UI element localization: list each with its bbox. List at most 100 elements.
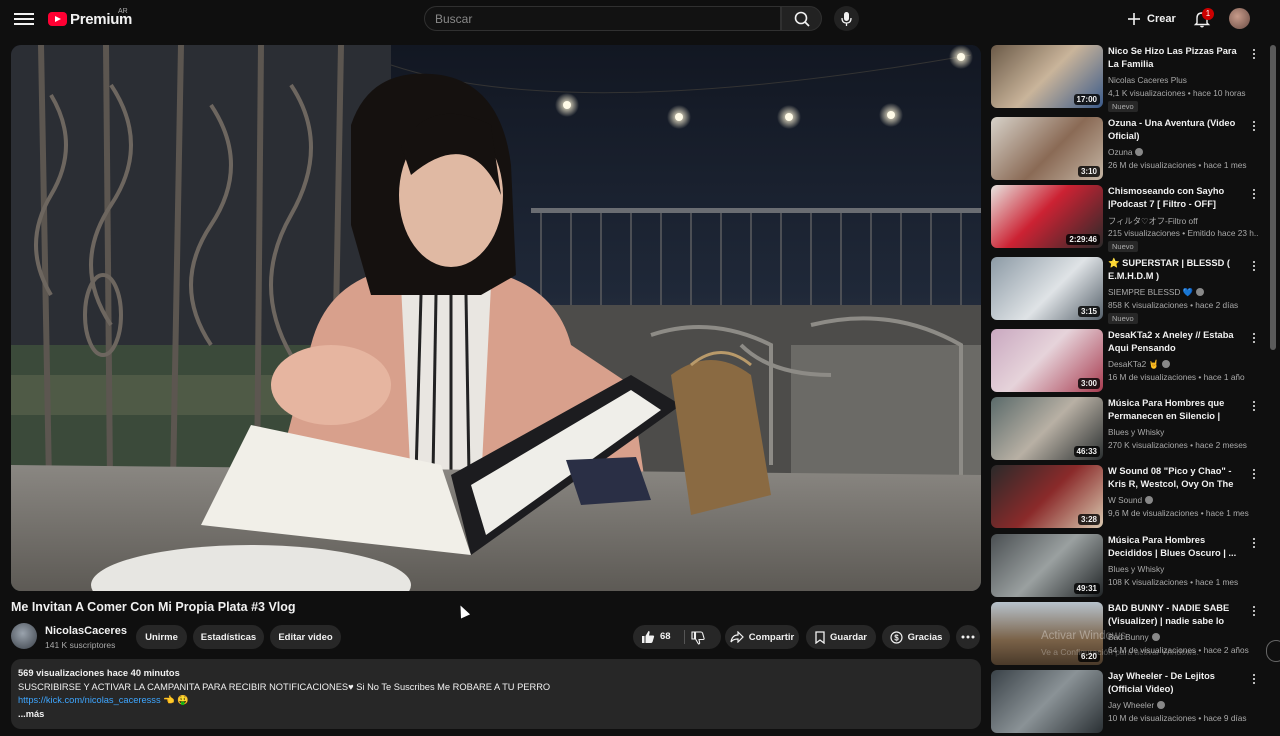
recommendation-item[interactable]: 3:10 Ozuna - Una Aventura (Video Oficial…	[991, 117, 1266, 183]
video-thumbnail[interactable]: 49:31	[991, 534, 1103, 597]
recommendation-item[interactable]: Jay Wheeler - De Lejitos (Official Video…	[991, 670, 1266, 736]
video-player[interactable]	[11, 45, 981, 591]
notification-badge: 1	[1202, 8, 1214, 20]
more-vertical-icon[interactable]	[1250, 399, 1258, 413]
recommendation-item[interactable]: 3:28 W Sound 08 "Pico y Chao" - Kris R, …	[991, 465, 1266, 531]
more-vertical-icon[interactable]	[1250, 536, 1258, 550]
search-box[interactable]	[424, 6, 781, 31]
recommendation-channel[interactable]: W Sound	[1108, 495, 1154, 505]
description-line: SUSCRIBIRSE Y ACTIVAR LA CAMPANITA PARA …	[18, 681, 551, 692]
view-count-date: 569 visualizaciones hace 40 minutos	[18, 668, 180, 678]
menu-icon[interactable]	[14, 10, 34, 28]
video-thumbnail[interactable]: 3:00	[991, 329, 1103, 392]
search-icon	[794, 11, 810, 27]
duration-badge: 3:28	[1077, 514, 1100, 525]
video-thumbnail[interactable]: 3:10	[991, 117, 1103, 180]
windows-activation-title: Activar Windows	[1041, 630, 1126, 642]
more-vertical-icon[interactable]	[1250, 119, 1258, 133]
recommendation-item[interactable]: 3:15 ⭐ SUPERSTAR | BLESSD ( E.M.H.D.M ) …	[991, 257, 1266, 324]
new-badge: Nuevo	[1108, 313, 1138, 324]
recommendation-channel[interactable]: SIEMPRE BLESSD 💙	[1108, 287, 1205, 298]
join-button[interactable]: Unirme	[136, 625, 187, 649]
channel-text: Jay Wheeler	[1108, 700, 1155, 710]
more-vertical-icon[interactable]	[1250, 331, 1258, 345]
recommendation-title[interactable]: Música Para Hombres que Permanecen en Si…	[1108, 397, 1246, 423]
video-thumbnail[interactable]: 3:15	[991, 257, 1103, 320]
more-vertical-icon[interactable]	[1250, 259, 1258, 273]
share-icon	[730, 631, 744, 643]
duration-badge: 49:31	[1073, 583, 1100, 594]
recommendation-item[interactable]: 6:20 BAD BUNNY - NADIE SABE (Visualizer)…	[991, 602, 1266, 668]
recommendation-channel[interactable]: フィルタ♡オフ-Filtro off	[1108, 215, 1198, 227]
video-thumbnail[interactable]: 2:29:46	[991, 185, 1103, 248]
recommendation-channel[interactable]: Nicolas Caceres Plus	[1108, 75, 1187, 85]
more-vertical-icon[interactable]	[1250, 672, 1258, 686]
thumbs-down-icon[interactable]	[691, 631, 705, 645]
recommendation-meta: 26 M de visualizaciones • hace 1 mes	[1108, 160, 1247, 170]
recommendation-channel[interactable]: Jay Wheeler	[1108, 700, 1166, 710]
more-vertical-icon[interactable]	[1250, 604, 1258, 618]
recommendation-title[interactable]: DesaKTa2 x Aneley // Estaba Aqui Pensand…	[1108, 329, 1246, 355]
recommendation-title[interactable]: Jay Wheeler - De Lejitos (Official Video…	[1108, 670, 1246, 696]
search-button[interactable]	[781, 6, 822, 31]
video-thumbnail[interactable]	[991, 670, 1103, 733]
channel-avatar[interactable]	[11, 623, 37, 649]
thanks-button[interactable]: $ Gracias	[882, 625, 950, 649]
recommendation-title[interactable]: ⭐ SUPERSTAR | BLESSD ( E.M.H.D.M )	[1108, 257, 1246, 283]
kick-link[interactable]: https://kick.com/nicolas_caceresss	[18, 695, 161, 705]
more-vertical-icon[interactable]	[1250, 47, 1258, 61]
recommendation-meta: 10 M de visualizaciones • hace 9 días	[1108, 713, 1247, 723]
edge-scroll-button[interactable]	[1266, 640, 1280, 662]
more-vertical-icon[interactable]	[1250, 467, 1258, 481]
video-thumbnail[interactable]: 46:33	[991, 397, 1103, 460]
create-label: Crear	[1147, 13, 1176, 25]
like-dislike-group: 68	[633, 625, 721, 649]
recommendation-title[interactable]: Ozuna - Una Aventura (Video Oficial)	[1108, 117, 1246, 143]
video-thumbnail[interactable]: 17:00	[991, 45, 1103, 108]
recommendation-title[interactable]: Nico Se Hizo Las Pizzas Para La Familia	[1108, 45, 1246, 71]
edit-video-button[interactable]: Editar video	[270, 625, 341, 649]
recommendation-title[interactable]: Música Para Hombres Decididos | Blues Os…	[1108, 534, 1246, 560]
more-vertical-icon[interactable]	[1250, 187, 1258, 201]
recommendation-channel[interactable]: Ozuna	[1108, 147, 1144, 157]
recommendation-item[interactable]: 49:31 Música Para Hombres Decididos | Bl…	[991, 534, 1266, 600]
page-scrollbar[interactable]	[1270, 45, 1276, 350]
account-avatar[interactable]	[1229, 8, 1250, 29]
create-button[interactable]: Crear	[1126, 8, 1176, 30]
recommendation-meta: 16 M de visualizaciones • hace 1 año	[1108, 372, 1245, 382]
duration-badge: 17:00	[1073, 94, 1100, 105]
channel-name[interactable]: NicolasCaceres	[45, 625, 127, 637]
new-badge: Nuevo	[1108, 101, 1138, 112]
recommendation-item[interactable]: 3:00 DesaKTa2 x Aneley // Estaba Aqui Pe…	[991, 329, 1266, 395]
recommendation-item[interactable]: 46:33 Música Para Hombres que Permanecen…	[991, 397, 1266, 463]
recommendation-title[interactable]: W Sound 08 "Pico y Chao" - Kris R, Westc…	[1108, 465, 1246, 491]
recommendation-title[interactable]: BAD BUNNY - NADIE SABE (Visualizer) | na…	[1108, 602, 1246, 628]
recommendation-channel[interactable]: DesaKTa2 🤘	[1108, 359, 1170, 370]
duration-badge: 46:33	[1073, 446, 1100, 457]
new-badge: Nuevo	[1108, 241, 1138, 252]
recommendation-channel[interactable]: Blues y Whisky	[1108, 427, 1164, 437]
recommendation-title[interactable]: Chismoseando con Sayho |Podcast 7 [ Filt…	[1108, 185, 1246, 211]
thumbs-up-icon[interactable]	[641, 630, 655, 644]
video-thumbnail[interactable]: 3:28	[991, 465, 1103, 528]
more-actions-button[interactable]	[956, 625, 980, 649]
share-button[interactable]: Compartir	[725, 625, 799, 649]
voice-search-button[interactable]	[834, 6, 859, 31]
channel-text: SIEMPRE BLESSD 💙	[1108, 287, 1194, 297]
region-code: AR	[118, 8, 128, 15]
recommendation-meta: 215 visualizaciones • Emitido hace 23 h.…	[1108, 228, 1258, 238]
video-title: Me Invitan A Comer Con Mi Propia Plata #…	[11, 600, 296, 614]
stats-button[interactable]: Estadísticas	[193, 625, 264, 649]
recommendation-meta: 858 K visualizaciones • hace 2 días	[1108, 300, 1239, 310]
recommendation-item[interactable]: 2:29:46 Chismoseando con Sayho |Podcast …	[991, 185, 1266, 252]
show-more-link[interactable]: ...más	[18, 708, 974, 722]
search-input[interactable]	[425, 7, 780, 30]
save-button[interactable]: Guardar	[806, 625, 876, 649]
channel-text: W Sound	[1108, 495, 1143, 505]
recommendation-channel[interactable]: Blues y Whisky	[1108, 564, 1164, 574]
like-count: 68	[660, 631, 671, 642]
description-box[interactable]: 569 visualizaciones hace 40 minutos SUSC…	[11, 659, 981, 729]
recommendation-item[interactable]: 17:00 Nico Se Hizo Las Pizzas Para La Fa…	[991, 45, 1266, 112]
video-frame	[11, 45, 981, 591]
top-bar: Premium AR Crear 1	[0, 0, 1280, 38]
